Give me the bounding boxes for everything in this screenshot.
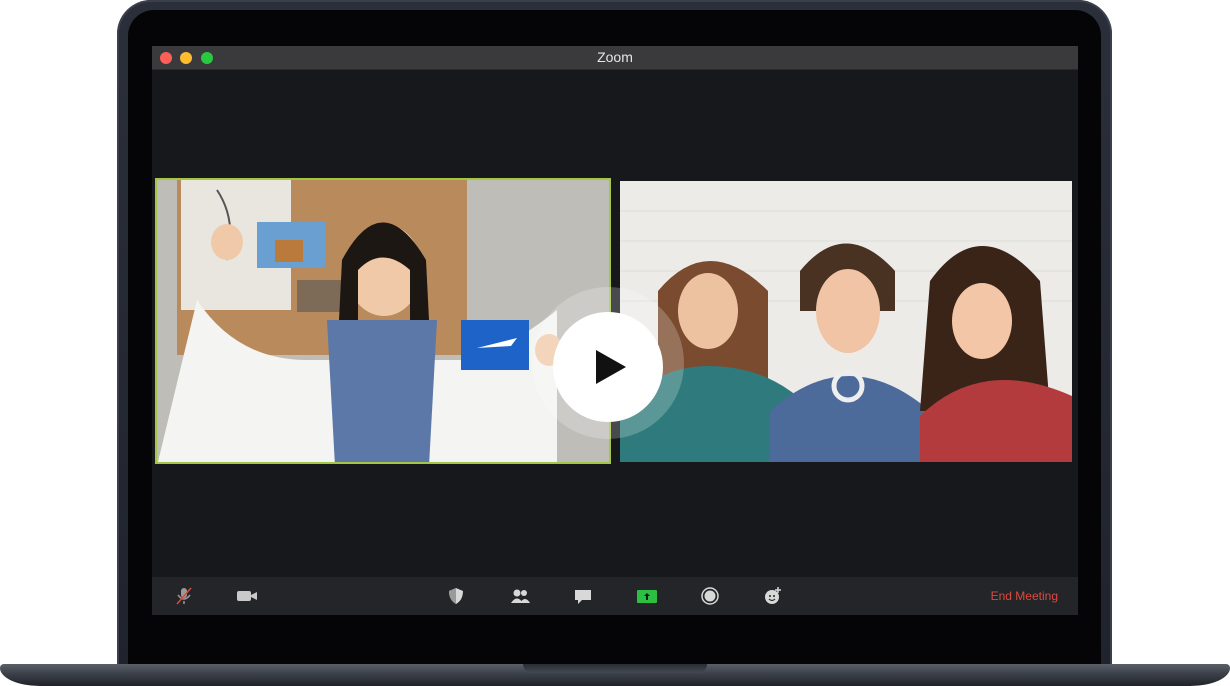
play-icon [596,350,626,384]
record-icon [701,587,719,605]
reactions-icon [765,587,781,604]
title-bar: Zoom [152,46,1078,70]
record-button[interactable] [690,577,730,615]
share-screen-icon [637,590,657,603]
shield-icon [449,588,463,604]
window-title: Zoom [597,49,633,65]
laptop-notch [523,664,707,673]
video-camera-icon [237,591,257,601]
share-screen-button[interactable] [626,577,666,615]
video-tile[interactable] [620,181,1072,462]
video-tile-active-speaker[interactable] [155,178,611,464]
chat-icon [575,590,591,604]
play-video-button[interactable] [553,312,663,422]
participant-video [620,181,1072,462]
meeting-toolbar: End Meeting [152,577,1078,615]
reactions-button[interactable] [753,577,793,615]
video-button[interactable] [226,577,266,615]
security-button[interactable] [436,577,476,615]
mic-muted-icon [176,587,192,605]
end-meeting-button[interactable]: End Meeting [991,589,1058,603]
participants-icon [511,589,530,603]
participants-button[interactable] [499,577,539,615]
mute-button[interactable] [164,577,204,615]
chat-button[interactable] [563,577,603,615]
